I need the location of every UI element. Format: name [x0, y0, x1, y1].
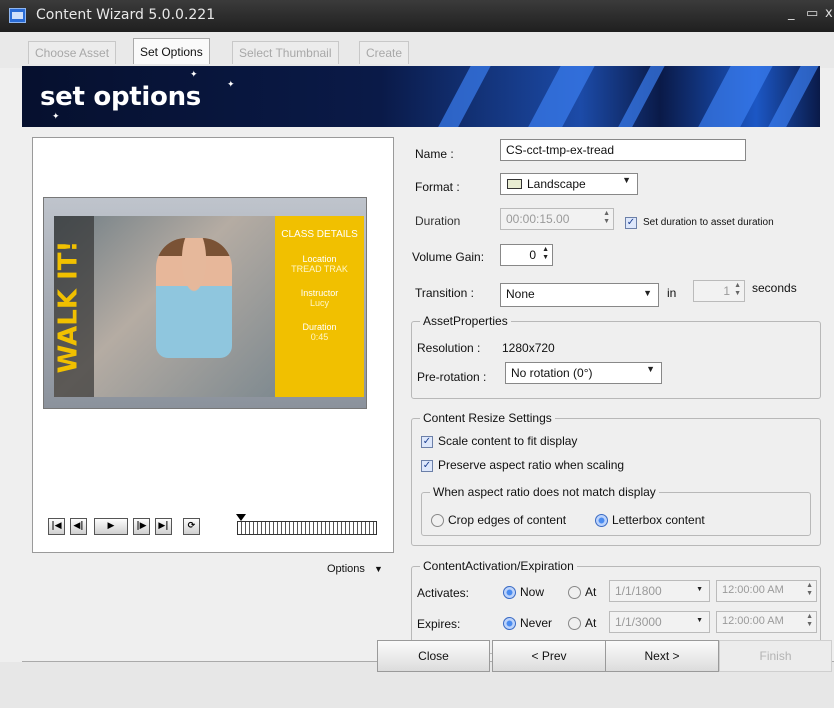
tab-choose-asset[interactable]: Choose Asset: [28, 41, 117, 64]
spinner-icon: ▲ ▼: [734, 282, 741, 297]
name-field[interactable]: CS-cct-tmp-ex-tread: [500, 139, 746, 161]
volume-label: Volume Gain:: [412, 250, 485, 264]
sparkle-icon: ✦: [190, 70, 198, 80]
expires-never-label: Never: [520, 616, 553, 630]
playback-controls: |◀ ◀| ▶ |▶ ▶| ⟳: [48, 514, 388, 538]
activation-legend: ContentActivation/Expiration: [420, 559, 577, 573]
activates-now-label: Now: [520, 585, 545, 599]
maximize-icon[interactable]: ▭: [806, 6, 818, 21]
title-bar: Content Wizard 5.0.0.221 _ ▭ x: [0, 0, 834, 32]
activates-label: Activates:: [417, 586, 470, 600]
activates-at-label: At: [585, 585, 597, 599]
loop-icon[interactable]: ⟳: [183, 518, 200, 535]
content-resize-legend: Content Resize Settings: [420, 411, 555, 425]
activates-time-field[interactable]: 12:00:00 AM ▲ ▼: [716, 580, 817, 602]
chevron-down-icon: ▼: [696, 586, 703, 593]
transition-label: Transition :: [415, 286, 474, 300]
landscape-icon: [507, 179, 522, 189]
content-wizard-window: Content Wizard 5.0.0.221 _ ▭ x Choose As…: [0, 0, 834, 708]
asset-preview-image: WALK IT! CLASS DETAILS Location TREAD TR…: [43, 197, 367, 409]
preserve-aspect-label: Preserve aspect ratio when scaling: [438, 458, 625, 472]
expires-at-label: At: [585, 616, 597, 630]
next-button[interactable]: Next >: [605, 640, 719, 672]
activates-at-radio[interactable]: [568, 586, 581, 599]
set-duration-checkbox[interactable]: ✓: [625, 217, 637, 229]
spinner-icon: ▲ ▼: [806, 582, 813, 597]
activates-now-radio[interactable]: [503, 586, 516, 599]
wizard-tabs: Choose Asset Set Options Select Thumbnai…: [0, 32, 834, 68]
chevron-down-icon: ▼: [643, 288, 652, 298]
prerotation-select[interactable]: No rotation (0°) ▼: [505, 362, 662, 384]
aspect-mismatch-legend: When aspect ratio does not match display: [430, 485, 659, 499]
chevron-down-icon: ▼: [696, 617, 703, 624]
name-label: Name :: [415, 147, 454, 161]
skip-to-end-icon[interactable]: ▶|: [155, 518, 172, 535]
preview-details-panel: CLASS DETAILS Location TREAD TRAK Instru…: [275, 216, 364, 397]
preview-side-text: WALK IT!: [53, 240, 84, 374]
step-back-icon[interactable]: ◀|: [70, 518, 87, 535]
play-icon[interactable]: ▶: [94, 518, 128, 535]
expires-label: Expires:: [417, 617, 461, 631]
expires-at-radio[interactable]: [568, 617, 581, 630]
minimize-icon[interactable]: _: [788, 6, 795, 21]
tab-select-thumbnail[interactable]: Select Thumbnail: [232, 41, 339, 64]
letterbox-label: Letterbox content: [612, 513, 705, 527]
set-duration-label: Set duration to asset duration: [643, 217, 774, 228]
close-button[interactable]: Close: [377, 640, 490, 672]
close-window-icon[interactable]: x: [825, 6, 833, 21]
page-title: set options: [40, 82, 201, 112]
sparkle-icon: ✦: [227, 80, 235, 90]
options-menu[interactable]: Options ▼: [327, 563, 383, 575]
duration-field[interactable]: 00:00:15.00 ▲ ▼: [500, 208, 614, 230]
volume-stepper[interactable]: 0 ▲ ▼: [500, 244, 553, 266]
tab-create[interactable]: Create: [359, 41, 410, 64]
crop-edges-radio[interactable]: [431, 514, 444, 527]
activates-date-field[interactable]: 1/1/1800 ▼: [609, 580, 710, 602]
resolution-value: 1280x720: [502, 341, 555, 355]
format-label: Format :: [415, 180, 460, 194]
expires-date-field[interactable]: 1/1/3000 ▼: [609, 611, 710, 633]
asset-properties-group: AssetProperties: [411, 314, 821, 399]
transition-select[interactable]: None ▼: [500, 283, 659, 307]
seconds-label: seconds: [752, 281, 797, 295]
window-title: Content Wizard 5.0.0.221: [36, 7, 216, 23]
prerotation-label: Pre-rotation :: [417, 370, 487, 384]
scale-content-checkbox[interactable]: ✓: [421, 436, 433, 448]
chevron-down-icon: ▼: [373, 564, 383, 574]
scale-content-label: Scale content to fit display: [438, 434, 578, 448]
sparkle-icon: ✦: [52, 112, 60, 122]
transition-seconds-stepper[interactable]: 1 ▲ ▼: [693, 280, 745, 302]
format-select[interactable]: Landscape ▼: [500, 173, 638, 195]
chevron-down-icon: ▼: [646, 364, 655, 374]
duration-label: Duration: [415, 214, 461, 228]
skip-to-start-icon[interactable]: |◀: [48, 518, 65, 535]
page-banner: ✦ ✦ ✦ set options: [22, 66, 820, 127]
tab-set-options[interactable]: Set Options: [133, 38, 210, 64]
spinner-icon: ▲ ▼: [806, 613, 813, 628]
timeline-scrubber[interactable]: [237, 521, 377, 535]
preview-photo: [54, 216, 276, 397]
resolution-label: Resolution :: [417, 341, 481, 355]
spinner-icon: ▲ ▼: [603, 210, 610, 225]
asset-properties-legend: AssetProperties: [420, 314, 511, 328]
letterbox-radio[interactable]: [595, 514, 608, 527]
expires-never-radio[interactable]: [503, 617, 516, 630]
options-label: Options: [327, 563, 365, 575]
step-forward-icon[interactable]: |▶: [133, 518, 150, 535]
preserve-aspect-checkbox[interactable]: ✓: [421, 460, 433, 472]
scrubber-thumb[interactable]: [236, 514, 246, 521]
chevron-down-icon: ▼: [622, 175, 631, 185]
transition-in-label: in: [667, 286, 677, 300]
app-icon: [9, 8, 26, 23]
expires-time-field[interactable]: 12:00:00 AM ▲ ▼: [716, 611, 817, 633]
crop-edges-label: Crop edges of content: [448, 513, 567, 527]
finish-button[interactable]: Finish: [719, 640, 832, 672]
spinner-icon: ▲ ▼: [542, 246, 549, 261]
prev-button[interactable]: < Prev: [492, 640, 606, 672]
